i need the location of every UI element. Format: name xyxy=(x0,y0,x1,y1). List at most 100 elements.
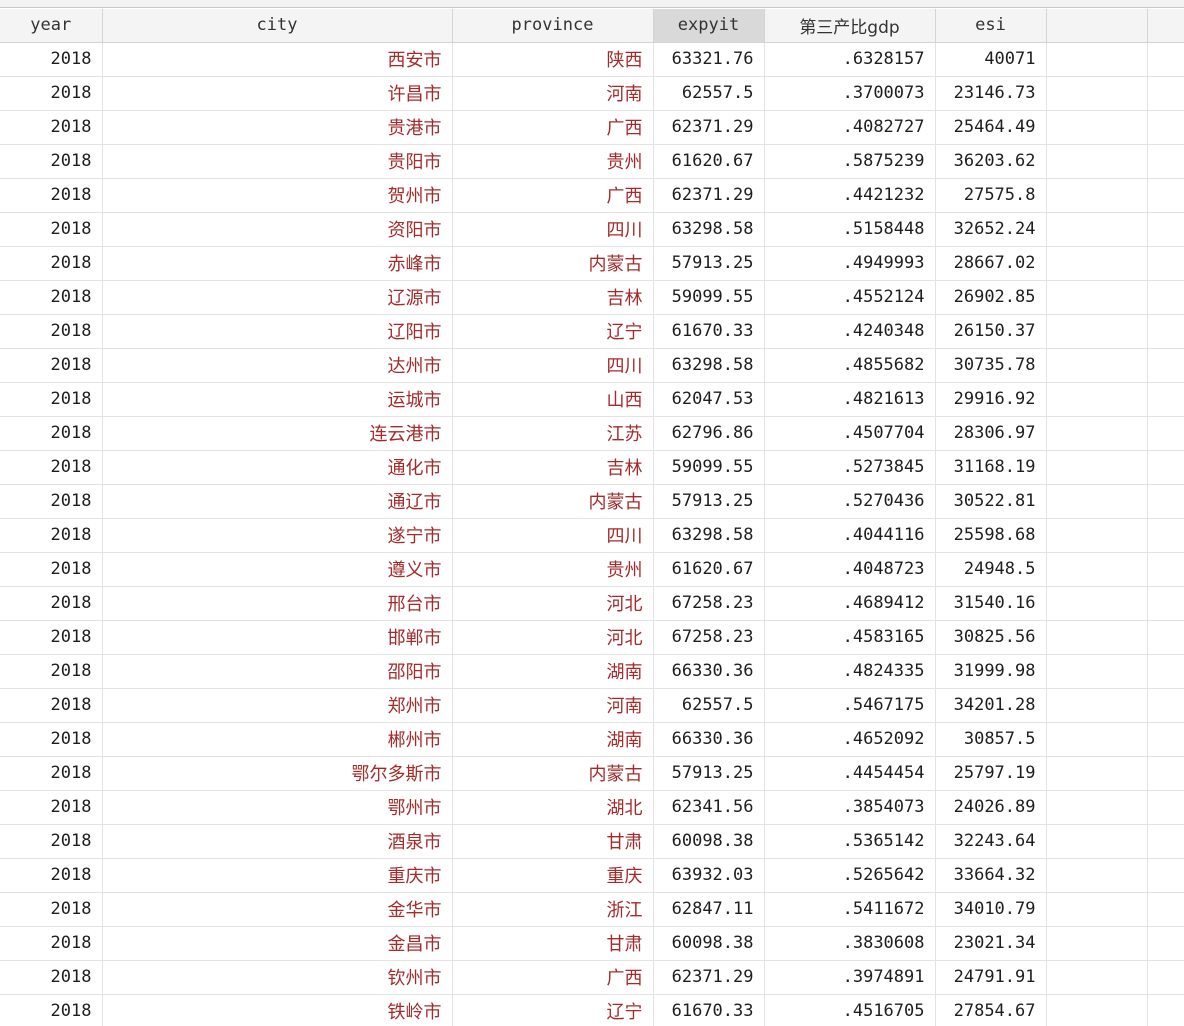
cell-esi[interactable]: 23146.73 xyxy=(935,76,1047,111)
cell-tertiary-share-gdp[interactable]: .6328157 xyxy=(764,42,936,77)
column-header-city[interactable]: city xyxy=(102,9,453,43)
cell-empty[interactable] xyxy=(1046,620,1148,655)
cell-expyit[interactable]: 63298.58 xyxy=(653,348,765,383)
cell-province[interactable]: 河南 xyxy=(452,688,654,723)
cell-year[interactable]: 2018 xyxy=(0,314,103,349)
cell-tertiary-share-gdp[interactable]: .4689412 xyxy=(764,586,936,621)
cell-province[interactable]: 吉林 xyxy=(452,280,654,315)
cell-tertiary-share-gdp[interactable]: .3700073 xyxy=(764,76,936,111)
cell-empty[interactable] xyxy=(1147,790,1184,825)
cell-empty[interactable] xyxy=(1147,518,1184,553)
column-header-year[interactable]: year xyxy=(0,9,103,43)
cell-empty[interactable] xyxy=(1147,76,1184,111)
cell-esi[interactable]: 26902.85 xyxy=(935,280,1047,315)
cell-expyit[interactable]: 67258.23 xyxy=(653,586,765,621)
cell-expyit[interactable]: 62847.11 xyxy=(653,892,765,927)
cell-expyit[interactable]: 57913.25 xyxy=(653,484,765,519)
cell-city[interactable]: 郴州市 xyxy=(102,722,453,757)
cell-province[interactable]: 重庆 xyxy=(452,858,654,893)
cell-city[interactable]: 西安市 xyxy=(102,42,453,77)
cell-year[interactable]: 2018 xyxy=(0,994,103,1026)
cell-tertiary-share-gdp[interactable]: .5158448 xyxy=(764,212,936,247)
cell-empty[interactable] xyxy=(1046,722,1148,757)
cell-city[interactable]: 鄂尔多斯市 xyxy=(102,756,453,791)
cell-empty[interactable] xyxy=(1046,178,1148,213)
cell-city[interactable]: 辽阳市 xyxy=(102,314,453,349)
table-row[interactable]: 2018 钦州市 广西 62371.29.3974891 24791.91 xyxy=(0,960,1184,995)
column-header-expyit[interactable]: expyit xyxy=(653,9,765,43)
cell-empty[interactable] xyxy=(1046,518,1148,553)
cell-tertiary-share-gdp[interactable]: .5467175 xyxy=(764,688,936,723)
cell-province[interactable]: 辽宁 xyxy=(452,314,654,349)
cell-expyit[interactable]: 62557.5 xyxy=(653,688,765,723)
cell-empty[interactable] xyxy=(1046,824,1148,859)
cell-empty[interactable] xyxy=(1147,586,1184,621)
cell-empty[interactable] xyxy=(1046,552,1148,587)
cell-tertiary-share-gdp[interactable]: .4240348 xyxy=(764,314,936,349)
cell-city[interactable]: 贺州市 xyxy=(102,178,453,213)
cell-year[interactable]: 2018 xyxy=(0,450,103,485)
table-row[interactable]: 2018 金华市 浙江 62847.11.5411672 34010.79 xyxy=(0,892,1184,927)
cell-city[interactable]: 贵港市 xyxy=(102,110,453,145)
cell-empty[interactable] xyxy=(1046,892,1148,927)
table-row[interactable]: 2018 许昌市 河南 62557.5.3700073 23146.73 xyxy=(0,76,1184,111)
cell-esi[interactable]: 34201.28 xyxy=(935,688,1047,723)
cell-empty[interactable] xyxy=(1147,348,1184,383)
cell-empty[interactable] xyxy=(1147,824,1184,859)
cell-esi[interactable]: 27575.8 xyxy=(935,178,1047,213)
cell-empty[interactable] xyxy=(1147,484,1184,519)
table-row[interactable]: 2018 酒泉市 甘肃 60098.38.5365142 32243.64 xyxy=(0,824,1184,859)
cell-empty[interactable] xyxy=(1147,892,1184,927)
cell-esi[interactable]: 25797.19 xyxy=(935,756,1047,791)
cell-year[interactable]: 2018 xyxy=(0,76,103,111)
cell-city[interactable]: 铁岭市 xyxy=(102,994,453,1026)
cell-expyit[interactable]: 63932.03 xyxy=(653,858,765,893)
cell-year[interactable]: 2018 xyxy=(0,824,103,859)
cell-expyit[interactable]: 62371.29 xyxy=(653,960,765,995)
cell-province[interactable]: 吉林 xyxy=(452,450,654,485)
table-row[interactable]: 2018 邯郸市 河北 67258.23.4583165 30825.56 xyxy=(0,620,1184,655)
cell-esi[interactable]: 31168.19 xyxy=(935,450,1047,485)
cell-expyit[interactable]: 61620.67 xyxy=(653,144,765,179)
table-row[interactable]: 2018 邢台市 河北 67258.23.4689412 31540.16 xyxy=(0,586,1184,621)
cell-empty[interactable] xyxy=(1147,654,1184,689)
cell-tertiary-share-gdp[interactable]: .4082727 xyxy=(764,110,936,145)
table-row[interactable]: 2018 遵义市 贵州 61620.67.4048723 24948.5 xyxy=(0,552,1184,587)
table-row[interactable]: 2018 鄂州市 湖北 62341.56.3854073 24026.89 xyxy=(0,790,1184,825)
cell-esi[interactable]: 23021.34 xyxy=(935,926,1047,961)
table-row[interactable]: 2018 贵阳市 贵州 61620.67.5875239 36203.62 xyxy=(0,144,1184,179)
cell-esi[interactable]: 24026.89 xyxy=(935,790,1047,825)
cell-expyit[interactable]: 62371.29 xyxy=(653,110,765,145)
cell-expyit[interactable]: 61620.67 xyxy=(653,552,765,587)
cell-city[interactable]: 通辽市 xyxy=(102,484,453,519)
cell-province[interactable]: 江苏 xyxy=(452,416,654,451)
cell-tertiary-share-gdp[interactable]: .5265642 xyxy=(764,858,936,893)
column-header-empty[interactable] xyxy=(1046,9,1148,43)
cell-esi[interactable]: 30857.5 xyxy=(935,722,1047,757)
cell-empty[interactable] xyxy=(1046,484,1148,519)
cell-province[interactable]: 浙江 xyxy=(452,892,654,927)
cell-province[interactable]: 四川 xyxy=(452,212,654,247)
cell-year[interactable]: 2018 xyxy=(0,110,103,145)
cell-province[interactable]: 甘肃 xyxy=(452,926,654,961)
cell-esi[interactable]: 28306.97 xyxy=(935,416,1047,451)
cell-tertiary-share-gdp[interactable]: .4552124 xyxy=(764,280,936,315)
cell-province[interactable]: 内蒙古 xyxy=(452,246,654,281)
cell-year[interactable]: 2018 xyxy=(0,382,103,417)
cell-empty[interactable] xyxy=(1147,110,1184,145)
cell-expyit[interactable]: 60098.38 xyxy=(653,824,765,859)
cell-esi[interactable]: 30735.78 xyxy=(935,348,1047,383)
cell-expyit[interactable]: 63298.58 xyxy=(653,212,765,247)
cell-expyit[interactable]: 62047.53 xyxy=(653,382,765,417)
cell-esi[interactable]: 25598.68 xyxy=(935,518,1047,553)
cell-province[interactable]: 河北 xyxy=(452,586,654,621)
cell-year[interactable]: 2018 xyxy=(0,144,103,179)
cell-year[interactable]: 2018 xyxy=(0,518,103,553)
cell-city[interactable]: 酒泉市 xyxy=(102,824,453,859)
cell-empty[interactable] xyxy=(1046,926,1148,961)
cell-esi[interactable]: 36203.62 xyxy=(935,144,1047,179)
cell-city[interactable]: 重庆市 xyxy=(102,858,453,893)
cell-city[interactable]: 运城市 xyxy=(102,382,453,417)
table-row[interactable]: 2018 重庆市 重庆 63932.03.5265642 33664.32 xyxy=(0,858,1184,893)
cell-empty[interactable] xyxy=(1147,246,1184,281)
